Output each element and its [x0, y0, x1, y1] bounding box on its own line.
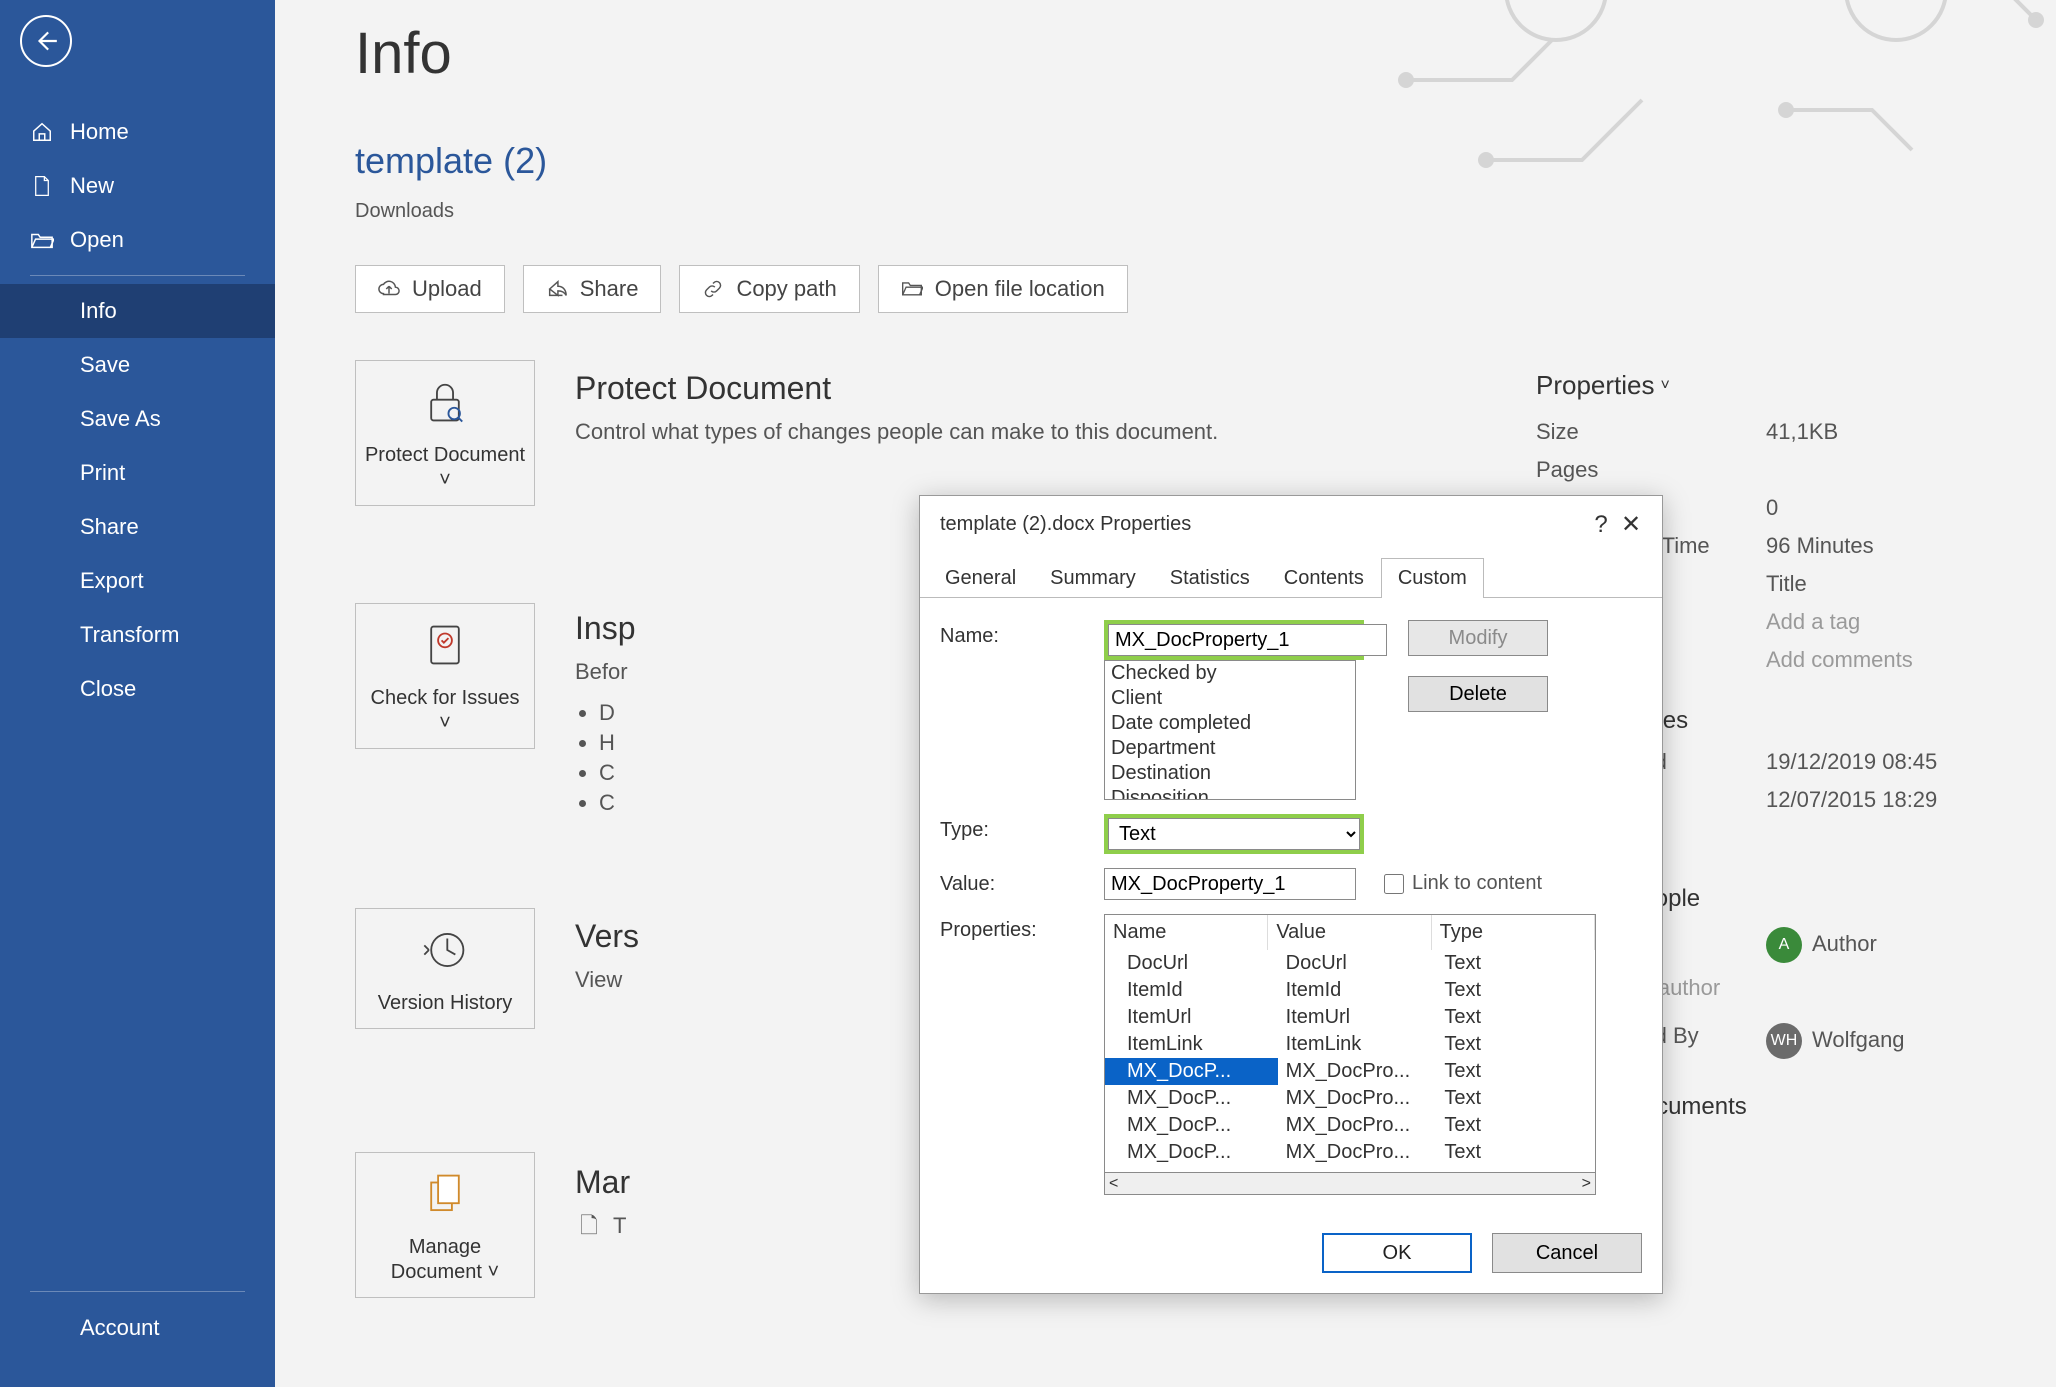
copy-path-button[interactable]: Copy path: [679, 265, 859, 313]
table-row[interactable]: ItemLinkItemLinkText: [1105, 1031, 1595, 1058]
folder-open-icon: [30, 230, 54, 250]
documents-icon: [422, 1171, 468, 1227]
page-title: Info: [355, 20, 452, 87]
document-icon: 🗋: [575, 1211, 603, 1242]
action-row: Upload Share Copy path Open file locatio…: [355, 265, 1128, 313]
lock-icon: [422, 379, 468, 435]
tab-summary[interactable]: Summary: [1033, 558, 1153, 598]
history-icon: [422, 927, 468, 983]
doc-name: template (2): [355, 140, 547, 182]
dialog-tabs: General Summary Statistics Contents Cust…: [920, 557, 1662, 598]
properties-table-body[interactable]: DocUrlDocUrlText ItemIdItemIdText ItemUr…: [1105, 950, 1595, 1172]
nav-new[interactable]: New: [0, 159, 275, 213]
table-row[interactable]: MX_DocP...MX_DocPro...Text: [1105, 1085, 1595, 1112]
nav-transform[interactable]: Transform: [0, 608, 275, 662]
close-button[interactable]: ✕: [1616, 510, 1646, 539]
tab-general[interactable]: General: [928, 558, 1033, 598]
check-for-issues-card[interactable]: Check for Issues ˅: [355, 603, 535, 749]
delete-button[interactable]: Delete: [1408, 676, 1548, 712]
nav: Home New Open Info Save Save As Print Sh…: [0, 105, 275, 716]
folder-open-icon: [901, 278, 923, 300]
chevron-down-icon: ˅: [488, 1261, 500, 1283]
backstage-sidebar: Home New Open Info Save Save As Print Sh…: [0, 0, 275, 1387]
home-icon: [30, 121, 54, 143]
chevron-down-icon: ˅: [439, 469, 451, 491]
link-to-content-checkbox[interactable]: Link to content: [1384, 872, 1542, 895]
cancel-button[interactable]: Cancel: [1492, 1233, 1642, 1273]
link-icon: [702, 278, 724, 300]
tab-custom[interactable]: Custom: [1381, 558, 1484, 598]
properties-dialog: template (2).docx Properties ? ✕ General…: [919, 495, 1663, 1294]
avatar: A: [1766, 927, 1802, 963]
property-type-select[interactable]: Text: [1108, 818, 1360, 850]
chevron-down-icon: ˅: [439, 712, 451, 734]
tab-statistics[interactable]: Statistics: [1153, 558, 1267, 598]
nav-new-label: New: [70, 173, 114, 199]
list-item[interactable]: Date completed: [1105, 711, 1355, 736]
back-button[interactable]: [20, 15, 72, 67]
table-row[interactable]: MX_DocP...MX_DocPro...Text: [1105, 1139, 1595, 1166]
share-icon: [546, 278, 568, 300]
circuit-decor-icon: [1356, 0, 2056, 190]
doc-path: Downloads: [355, 200, 454, 223]
share-button[interactable]: Share: [523, 265, 662, 313]
modify-button[interactable]: Modify: [1408, 620, 1548, 656]
document-check-icon: [422, 622, 468, 678]
table-row[interactable]: DocUrlDocUrlText: [1105, 950, 1595, 977]
table-row[interactable]: MX_DocP...MX_DocPro...Text: [1105, 1112, 1595, 1139]
nav-share[interactable]: Share: [0, 500, 275, 554]
divider: [30, 1291, 245, 1292]
dialog-titlebar: template (2).docx Properties ? ✕: [920, 496, 1662, 553]
name-suggestions-list[interactable]: Checked by Client Date completed Departm…: [1104, 660, 1356, 800]
nav-home-label: Home: [70, 119, 129, 145]
list-item[interactable]: Department: [1105, 736, 1355, 761]
nav-close[interactable]: Close: [0, 662, 275, 716]
nav-export[interactable]: Export: [0, 554, 275, 608]
title-field[interactable]: Title: [1766, 571, 1807, 597]
property-value-input[interactable]: [1104, 868, 1356, 900]
table-row[interactable]: ItemUrlItemUrlText: [1105, 1004, 1595, 1031]
version-history-card[interactable]: Version History: [355, 908, 535, 1029]
file-icon: [30, 175, 54, 197]
nav-open[interactable]: Open: [0, 213, 275, 267]
avatar: WH: [1766, 1023, 1802, 1059]
protect-document-card[interactable]: Protect Document ˅: [355, 360, 535, 506]
properties-table: Name Value Type DocUrlDocUrlText ItemIdI…: [1104, 914, 1596, 1173]
nav-sub: Info Save Save As Print Share Export Tra…: [0, 284, 275, 716]
main: Info template (2) Downloads Upload Share…: [275, 0, 2056, 1387]
h-scrollbar[interactable]: <>: [1104, 1173, 1596, 1195]
tags-field[interactable]: Add a tag: [1766, 609, 1860, 635]
upload-icon: [378, 278, 400, 300]
table-row[interactable]: MX_DocP...MX_DocPro...Text: [1105, 1058, 1595, 1085]
nav-save-as[interactable]: Save As: [0, 392, 275, 446]
list-item[interactable]: Disposition: [1105, 786, 1355, 800]
list-item[interactable]: Checked by: [1105, 661, 1355, 686]
upload-button[interactable]: Upload: [355, 265, 505, 313]
list-item[interactable]: Destination: [1105, 761, 1355, 786]
divider: [30, 275, 245, 276]
nav-print[interactable]: Print: [0, 446, 275, 500]
tab-contents[interactable]: Contents: [1267, 558, 1381, 598]
list-item[interactable]: Client: [1105, 686, 1355, 711]
comments-field[interactable]: Add comments: [1766, 647, 1913, 673]
nav-account[interactable]: Account: [0, 1301, 275, 1355]
protect-section: Protect Document Control what types of c…: [575, 370, 1496, 448]
nav-save[interactable]: Save: [0, 338, 275, 392]
nav-info[interactable]: Info: [0, 284, 275, 338]
property-name-input[interactable]: [1108, 624, 1387, 656]
help-button[interactable]: ?: [1586, 511, 1616, 539]
properties-dropdown[interactable]: Properties ˅: [1536, 370, 2016, 401]
nav-home[interactable]: Home: [0, 105, 275, 159]
nav-open-label: Open: [70, 227, 124, 253]
table-row[interactable]: ItemIdItemIdText: [1105, 977, 1595, 1004]
chevron-down-icon: ˅: [1661, 377, 1670, 395]
manage-document-card[interactable]: Manage Document ˅: [355, 1152, 535, 1298]
ok-button[interactable]: OK: [1322, 1233, 1472, 1273]
arrow-left-icon: [33, 28, 59, 54]
open-location-button[interactable]: Open file location: [878, 265, 1128, 313]
